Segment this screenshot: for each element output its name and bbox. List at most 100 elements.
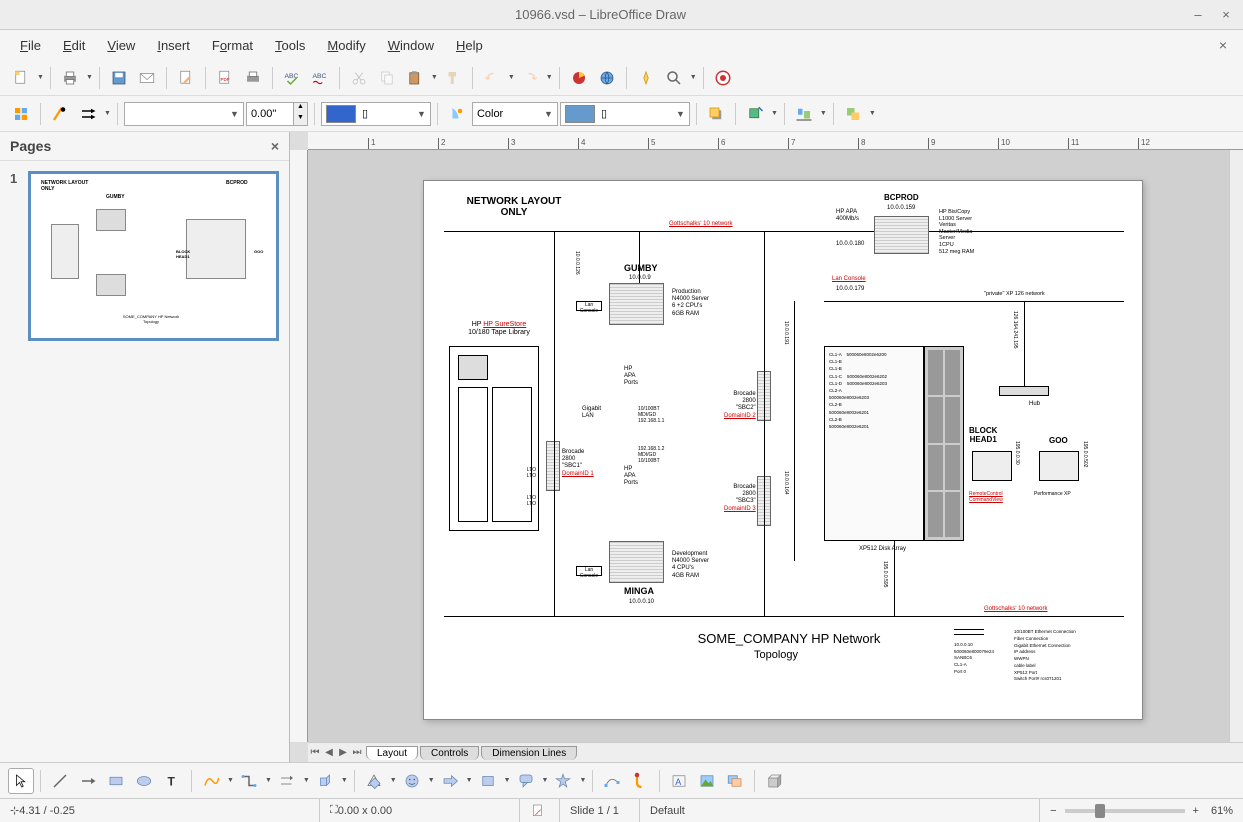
save-button[interactable] <box>106 65 132 91</box>
align-button[interactable] <box>791 101 817 127</box>
cut-button[interactable] <box>346 65 372 91</box>
block-arrows-tool[interactable] <box>437 768 463 794</box>
status-style[interactable]: Default <box>640 799 1040 822</box>
zoom-slider[interactable] <box>1065 809 1185 813</box>
arrange-dropdown[interactable]: ▼ <box>869 110 876 117</box>
zoom-value[interactable]: 61% <box>1211 805 1233 817</box>
chart-button[interactable] <box>566 65 592 91</box>
symbol-shapes-tool[interactable] <box>399 768 425 794</box>
arrow-tool[interactable] <box>75 768 101 794</box>
arrow-style-dropdown[interactable]: ▼ <box>104 110 111 117</box>
line-tool[interactable] <box>47 768 73 794</box>
copy-button[interactable] <box>374 65 400 91</box>
lines-arrows-tool[interactable] <box>274 768 300 794</box>
line-color-button[interactable] <box>47 101 73 127</box>
from-file-tool[interactable] <box>694 768 720 794</box>
menu-help[interactable]: Help <box>446 34 493 57</box>
flowchart-tool[interactable] <box>475 768 501 794</box>
line-color-combo[interactable]: ▯▼ <box>321 102 431 126</box>
redo-button[interactable] <box>517 65 543 91</box>
shadow-button[interactable] <box>703 101 729 127</box>
select-tool[interactable] <box>8 768 34 794</box>
line-style-combo[interactable]: ▼ <box>124 102 244 126</box>
spinner-up[interactable]: ▲ <box>293 103 307 114</box>
print-button[interactable] <box>57 65 83 91</box>
points-tool[interactable] <box>599 768 625 794</box>
menu-window[interactable]: Window <box>378 34 444 57</box>
menu-view[interactable]: View <box>97 34 145 57</box>
area-style-button[interactable] <box>444 101 470 127</box>
menu-tools[interactable]: Tools <box>265 34 315 57</box>
tab-nav-first[interactable]: ⏮ <box>308 747 322 758</box>
status-signature[interactable] <box>520 799 560 822</box>
fontwork-tool[interactable]: A <box>666 768 692 794</box>
spinner-down[interactable]: ▼ <box>293 114 307 125</box>
menu-format[interactable]: Format <box>202 34 263 57</box>
line-width-input[interactable] <box>247 108 293 120</box>
clone-format-button[interactable] <box>440 65 466 91</box>
navigator-button[interactable] <box>633 65 659 91</box>
undo-button[interactable] <box>479 65 505 91</box>
arrow-style-button[interactable] <box>75 101 101 127</box>
paste-button[interactable] <box>402 65 428 91</box>
export-pdf-button[interactable]: PDF <box>212 65 238 91</box>
autospellcheck-button[interactable]: ABC <box>307 65 333 91</box>
crop-dropdown[interactable]: ▼ <box>771 110 778 117</box>
fill-type-combo[interactable]: Color▼ <box>472 102 558 126</box>
zoom-dropdown[interactable]: ▼ <box>690 74 697 81</box>
zoom-button[interactable] <box>661 65 687 91</box>
close-button[interactable]: × <box>1219 8 1233 22</box>
page-thumbnail[interactable]: NETWORK LAYOUTONLY BCPROD GUMBY BLOCKHEA… <box>28 171 279 341</box>
ellipse-tool[interactable] <box>131 768 157 794</box>
fill-color-combo[interactable]: ▯▼ <box>560 102 690 126</box>
tab-layout[interactable]: Layout <box>366 746 418 760</box>
crop-button[interactable] <box>742 101 768 127</box>
pages-panel-close[interactable]: × <box>271 138 279 154</box>
new-button[interactable] <box>8 65 34 91</box>
document-close-button[interactable]: × <box>1213 37 1233 53</box>
vertical-scrollbar[interactable] <box>1229 150 1243 742</box>
tab-nav-last[interactable]: ⏭ <box>350 747 364 758</box>
menu-modify[interactable]: Modify <box>317 34 375 57</box>
paste-dropdown[interactable]: ▼ <box>431 74 438 81</box>
hyperlink-button[interactable] <box>594 65 620 91</box>
print-dropdown[interactable]: ▼ <box>86 74 93 81</box>
redo-dropdown[interactable]: ▼ <box>546 74 553 81</box>
edit-file-button[interactable] <box>173 65 199 91</box>
help-button[interactable] <box>710 65 736 91</box>
line-width-spinner[interactable]: ▲▼ <box>246 102 308 126</box>
email-button[interactable] <box>134 65 160 91</box>
connector-tool[interactable] <box>236 768 262 794</box>
horizontal-ruler[interactable]: 12 34 56 78 910 1112 <box>308 132 1243 150</box>
print-direct-button[interactable] <box>240 65 266 91</box>
align-dropdown[interactable]: ▼ <box>820 110 827 117</box>
gluepoints-tool[interactable] <box>627 768 653 794</box>
stars-tool[interactable] <box>550 768 576 794</box>
canvas[interactable]: NETWORK LAYOUTONLY Gottschalks' 10 netwo… <box>308 150 1229 742</box>
menu-insert[interactable]: Insert <box>147 34 200 57</box>
tab-dimension[interactable]: Dimension Lines <box>481 746 577 760</box>
zoom-out-button[interactable]: − <box>1050 805 1056 817</box>
new-dropdown[interactable]: ▼ <box>37 74 44 81</box>
drawing-page[interactable]: NETWORK LAYOUTONLY Gottschalks' 10 netwo… <box>423 180 1143 720</box>
gallery-tool[interactable] <box>722 768 748 794</box>
rectangle-tool[interactable] <box>103 768 129 794</box>
vertical-ruler[interactable] <box>290 150 308 742</box>
extrusion-tool[interactable] <box>761 768 787 794</box>
arrange-button[interactable] <box>840 101 866 127</box>
minimize-button[interactable]: – <box>1191 8 1205 22</box>
tab-controls[interactable]: Controls <box>420 746 479 760</box>
3d-tool[interactable] <box>312 768 338 794</box>
undo-dropdown[interactable]: ▼ <box>508 74 515 81</box>
zoom-in-button[interactable]: + <box>1193 805 1199 817</box>
spellcheck-button[interactable]: ABC <box>279 65 305 91</box>
callouts-tool[interactable] <box>513 768 539 794</box>
curve-tool[interactable] <box>198 768 224 794</box>
text-tool[interactable]: T <box>159 768 185 794</box>
show-grid-button[interactable] <box>8 101 34 127</box>
menu-edit[interactable]: Edit <box>53 34 95 57</box>
tab-nav-prev[interactable]: ◀ <box>322 747 336 758</box>
menu-file[interactable]: File <box>10 34 51 57</box>
basic-shapes-tool[interactable] <box>361 768 387 794</box>
tab-nav-next[interactable]: ▶ <box>336 747 350 758</box>
